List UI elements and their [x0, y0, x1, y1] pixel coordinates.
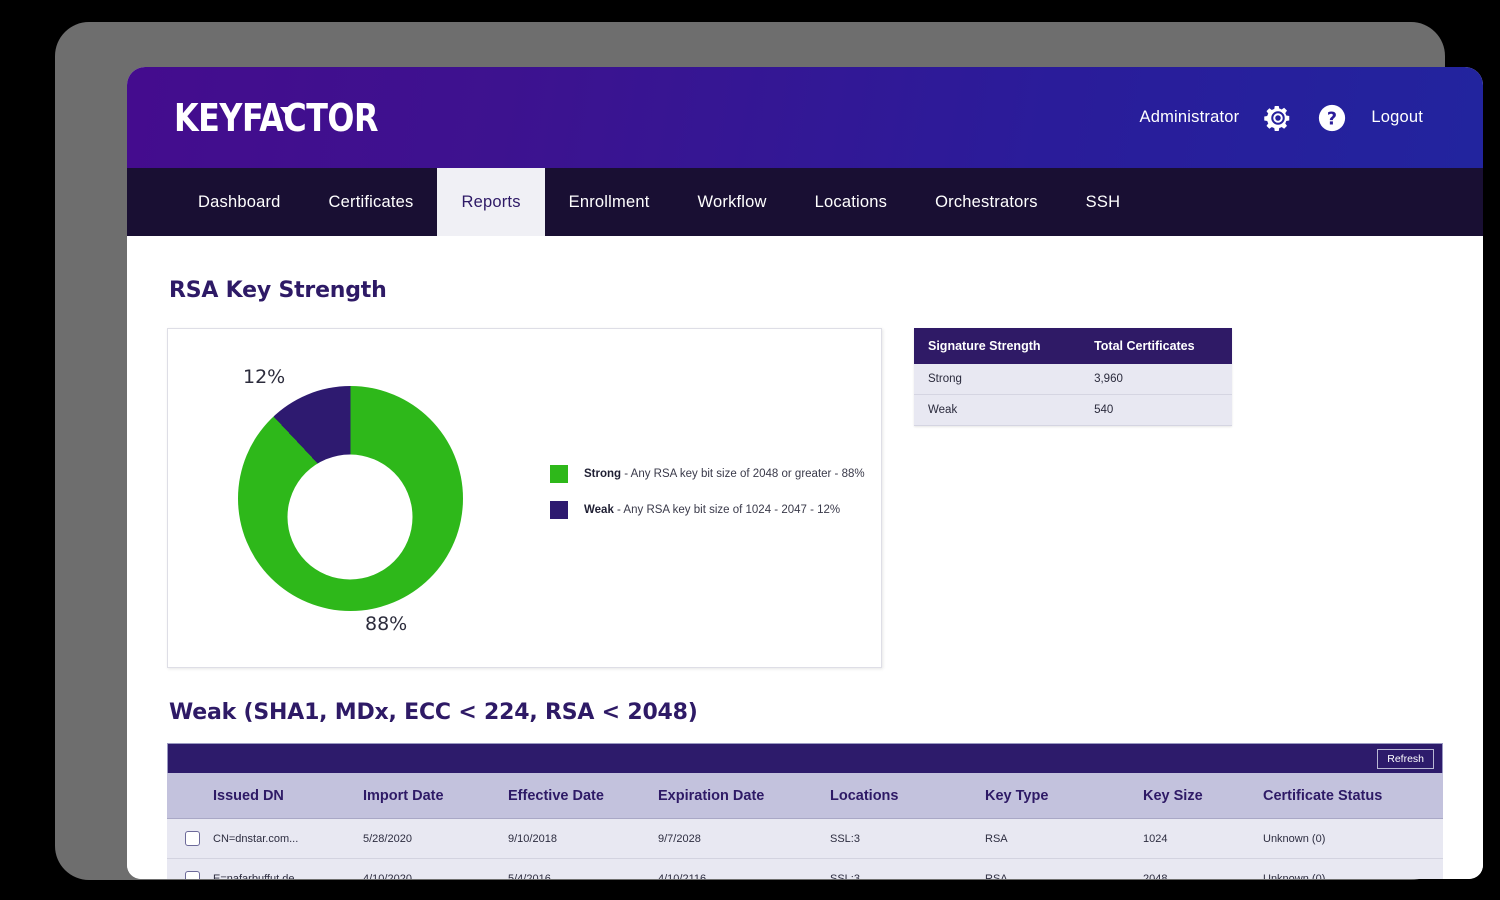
- cell-certificate-status: Unknown (0): [1263, 818, 1443, 859]
- app-header: KEYFACTOR Administrator ? Logout: [127, 67, 1483, 168]
- grid-col-key-type[interactable]: Key Type: [985, 773, 1143, 819]
- donut-chart: 12% 88%: [200, 348, 500, 648]
- cell-locations: SSL:3: [830, 858, 985, 879]
- grid-col-key-size[interactable]: Key Size: [1143, 773, 1263, 819]
- summary-cell-total: 3,960: [1080, 364, 1232, 395]
- summary-col-signature-strength: Signature Strength: [914, 328, 1081, 364]
- legend-label-weak: Weak - Any RSA key bit size of 1024 - 20…: [584, 504, 841, 516]
- weak-section-title: Weak (SHA1, MDx, ECC < 224, RSA < 2048): [169, 700, 698, 725]
- table-row[interactable]: E=nafarbuffut.de... 4/10/2020 5/4/2016 4/10…: [167, 858, 1443, 879]
- nav-item-locations[interactable]: Locations: [791, 168, 911, 236]
- cell-key-type: RSA: [985, 858, 1143, 879]
- cell-key-size: 1024: [1143, 818, 1263, 859]
- donut-ring: [237, 386, 463, 611]
- row-checkbox[interactable]: [185, 831, 200, 846]
- cell-issued-dn: E=nafarbuffut.de...: [213, 858, 363, 879]
- row-checkbox-cell[interactable]: [167, 818, 213, 859]
- summary-col-total-certificates: Total Certificates: [1080, 328, 1232, 364]
- summary-header-row: Signature Strength Total Certificates: [914, 328, 1232, 364]
- logo-accent-triangle-icon: [280, 106, 294, 116]
- donut-label-strong: 88%: [365, 613, 408, 635]
- content-area: RSA Key Strength 12% 88% Strong - Any RS…: [127, 236, 1483, 879]
- cell-import-date: 4/10/2020: [363, 858, 508, 879]
- grid-col-certificate-status[interactable]: Certificate Status: [1263, 773, 1443, 819]
- summary-table-row: Strong 3,960: [914, 364, 1232, 395]
- legend-label-strong: Strong - Any RSA key bit size of 2048 or…: [584, 468, 865, 480]
- cell-import-date: 5/28/2020: [363, 818, 508, 859]
- summary-table-body: Strong 3,960 Weak 540: [914, 364, 1232, 426]
- svg-text:?: ?: [1327, 109, 1337, 129]
- chart-row: 12% 88% Strong - Any RSA key bit size of…: [167, 328, 1443, 668]
- cell-locations: SSL:3: [830, 818, 985, 859]
- nav-item-dashboard[interactable]: Dashboard: [174, 168, 305, 236]
- nav-item-reports[interactable]: Reports: [437, 168, 545, 236]
- nav-item-orchestrators[interactable]: Orchestrators: [911, 168, 1062, 236]
- header-actions: Administrator ? Logout: [1140, 103, 1423, 133]
- grid-header-row: Issued DN Import Date Effective Date Exp…: [167, 773, 1443, 819]
- signature-strength-summary-table: Signature Strength Total Certificates St…: [914, 328, 1232, 426]
- cell-key-size: 2048: [1143, 858, 1263, 879]
- grid-col-import-date[interactable]: Import Date: [363, 773, 508, 819]
- row-checkbox[interactable]: [185, 871, 200, 879]
- legend-swatch-strong: [550, 465, 568, 483]
- chart-legend: Strong - Any RSA key bit size of 2048 or…: [550, 465, 865, 537]
- summary-cell-total: 540: [1080, 394, 1232, 426]
- nav-item-enrollment[interactable]: Enrollment: [545, 168, 674, 236]
- gear-icon[interactable]: [1263, 103, 1293, 133]
- certificates-table: Issued DN Import Date Effective Date Exp…: [167, 773, 1443, 879]
- legend-item-weak: Weak - Any RSA key bit size of 1024 - 20…: [550, 501, 865, 519]
- summary-cell-strength: Strong: [914, 364, 1081, 395]
- help-icon[interactable]: ?: [1317, 103, 1347, 133]
- logout-button[interactable]: Logout: [1371, 108, 1423, 127]
- donut-label-weak: 12%: [243, 366, 286, 388]
- refresh-button[interactable]: Refresh: [1377, 748, 1434, 769]
- cell-expiration-date: 9/7/2028: [658, 818, 830, 859]
- grid-col-issued-dn[interactable]: Issued DN: [213, 773, 363, 819]
- grid-col-select-all[interactable]: [167, 773, 213, 819]
- row-checkbox-cell[interactable]: [167, 858, 213, 879]
- app-window: KEYFACTOR Administrator ? Logout Dashboa…: [127, 67, 1483, 879]
- rsa-key-strength-chart-panel: 12% 88% Strong - Any RSA key bit size of…: [167, 328, 882, 668]
- nav-item-ssh[interactable]: SSH: [1062, 168, 1145, 236]
- cell-effective-date: 5/4/2016: [508, 858, 658, 879]
- grid-toolbar: Refresh: [167, 743, 1443, 773]
- summary-table-row: Weak 540: [914, 394, 1232, 426]
- table-row[interactable]: CN=dnstar.com... 5/28/2020 9/10/2018 9/7/20…: [167, 818, 1443, 859]
- weak-certificates-grid: Refresh Issued DN Import Date Effective …: [167, 743, 1443, 879]
- grid-col-locations[interactable]: Locations: [830, 773, 985, 819]
- cell-effective-date: 9/10/2018: [508, 818, 658, 859]
- grid-body: CN=dnstar.com... 5/28/2020 9/10/2018 9/7/20…: [167, 818, 1443, 879]
- grid-col-effective-date[interactable]: Effective Date: [508, 773, 658, 819]
- page-title: RSA Key Strength: [169, 278, 387, 303]
- user-label: Administrator: [1139, 108, 1240, 126]
- cell-key-type: RSA: [985, 818, 1143, 859]
- summary-cell-strength: Weak: [914, 394, 1081, 426]
- cell-expiration-date: 4/10/2116: [658, 858, 830, 879]
- nav-item-workflow[interactable]: Workflow: [674, 168, 791, 236]
- cell-issued-dn: CN=dnstar.com...: [213, 818, 363, 859]
- legend-swatch-weak: [550, 501, 568, 519]
- device-bezel: KEYFACTOR Administrator ? Logout Dashboa…: [55, 22, 1483, 880]
- main-navigation: Dashboard Certificates Reports Enrollment Wo…: [127, 168, 1483, 236]
- logo-text: KEYFACTOR: [174, 95, 379, 140]
- grid-col-expiration-date[interactable]: Expiration Date: [658, 773, 830, 819]
- keyfactor-logo[interactable]: KEYFACTOR: [174, 96, 393, 140]
- cell-certificate-status: Unknown (0): [1263, 858, 1443, 879]
- nav-item-certificates[interactable]: Certificates: [305, 168, 438, 236]
- legend-item-strong: Strong - Any RSA key bit size of 2048 or…: [550, 465, 865, 483]
